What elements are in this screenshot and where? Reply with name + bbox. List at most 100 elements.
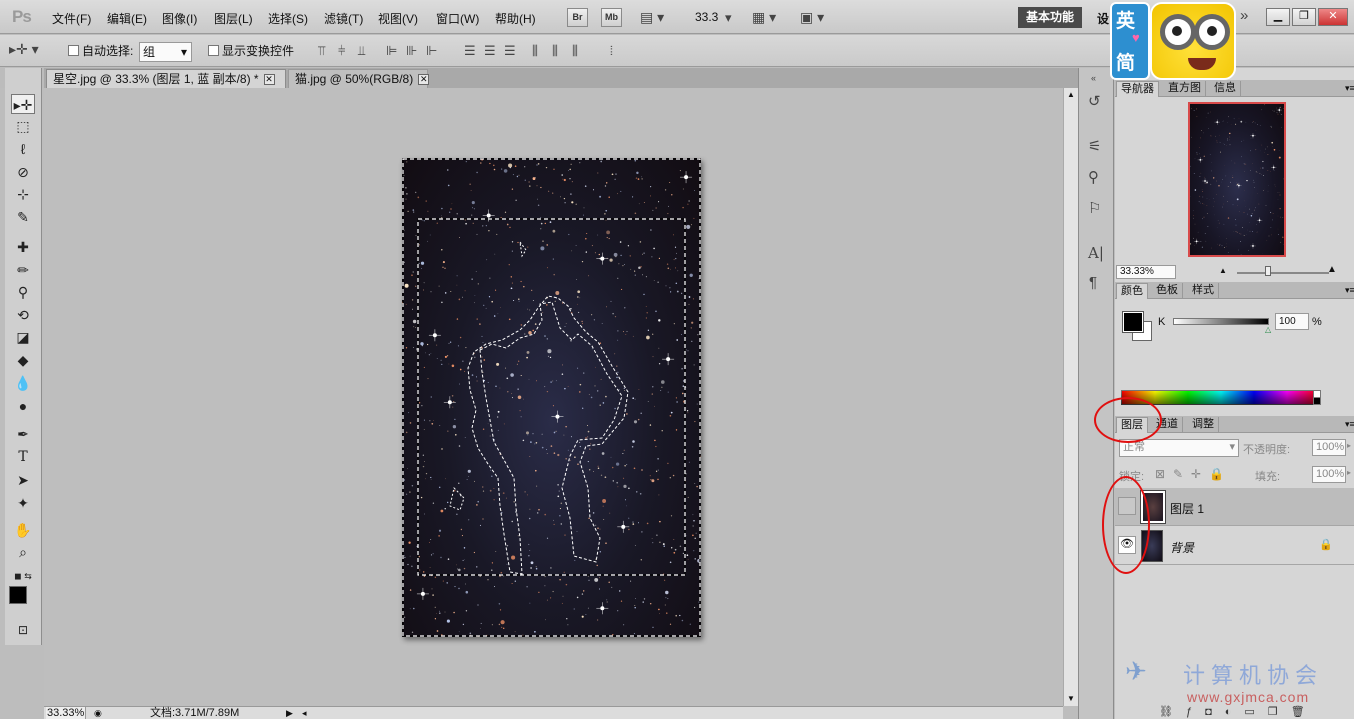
tab-starfield[interactable]: 星空.jpg @ 33.3% (图层 1, 蓝 副本/8) * ✕ bbox=[46, 69, 286, 88]
color-foreground-swatch[interactable] bbox=[1122, 311, 1144, 333]
scroll-down-icon[interactable]: ▼ bbox=[1067, 694, 1075, 703]
align-left-icon[interactable]: ⊫ bbox=[386, 44, 397, 58]
menu-file[interactable]: 文件(F) bbox=[52, 10, 91, 27]
new-layer-icon[interactable]: ❐ bbox=[1268, 706, 1291, 718]
tab-cat[interactable]: 猫.jpg @ 50%(RGB/8) ✕ bbox=[288, 69, 430, 88]
lock-image-icon[interactable]: ✎ bbox=[1173, 467, 1183, 481]
spectrum-bw[interactable] bbox=[1313, 390, 1321, 405]
distribute-bottom-icon[interactable]: ☰ bbox=[504, 44, 516, 58]
align-top-icon[interactable]: ⫪ bbox=[318, 44, 325, 58]
navigator-zoom-field[interactable]: 33.33% bbox=[1116, 265, 1176, 279]
eyedropper-icon[interactable]: ✎ bbox=[11, 207, 35, 227]
align-vcenter-icon[interactable]: ⫩ bbox=[338, 44, 345, 58]
fill-arrow-icon[interactable]: ▸ bbox=[1347, 468, 1351, 477]
align-bottom-icon[interactable]: ⫫ bbox=[358, 44, 365, 58]
workspace-next[interactable]: 设 bbox=[1097, 10, 1109, 27]
auto-select-dropdown[interactable]: 组 ▾ bbox=[139, 42, 192, 62]
move-tool-preset-icon[interactable]: ▸✛ ▾ bbox=[9, 42, 39, 56]
type-icon[interactable]: T bbox=[11, 447, 35, 467]
menu-view[interactable]: 视图(V) bbox=[378, 10, 418, 27]
screen-mode-icon[interactable]: ▣ ▾ bbox=[800, 10, 824, 24]
opacity-arrow-icon[interactable]: ▸ bbox=[1347, 441, 1351, 450]
opacity-field[interactable]: 100% bbox=[1312, 439, 1346, 456]
tab-color[interactable]: 颜色 bbox=[1116, 283, 1148, 299]
auto-align-icon[interactable]: ⦙ bbox=[610, 44, 613, 58]
lock-transparency-icon[interactable]: ⊠ bbox=[1155, 467, 1165, 481]
zoom-icon[interactable]: ⌕ bbox=[11, 542, 35, 562]
menu-select[interactable]: 选择(S) bbox=[268, 10, 308, 27]
scroll-up-icon[interactable]: ▲ bbox=[1067, 90, 1075, 99]
eraser-icon[interactable]: ◪ bbox=[11, 327, 35, 347]
menu-window[interactable]: 窗口(W) bbox=[436, 10, 479, 27]
menu-layer[interactable]: 图层(L) bbox=[214, 10, 253, 27]
pen-icon[interactable]: ✒ bbox=[11, 424, 35, 444]
collapse-icon[interactable]: « bbox=[1091, 71, 1096, 85]
panel-menu-icon[interactable]: ▾≡ bbox=[1341, 81, 1354, 97]
quick-select-icon[interactable]: ⊘ bbox=[11, 162, 35, 182]
character-panel-icon[interactable]: A| bbox=[1088, 246, 1104, 261]
more-icon[interactable]: » bbox=[1240, 8, 1248, 23]
marquee-icon[interactable]: ⬚ bbox=[11, 116, 35, 136]
layer-row-background[interactable]: 👁 背景 🔒 bbox=[1115, 527, 1354, 565]
tab-info[interactable]: 信息 bbox=[1210, 81, 1241, 97]
menu-edit[interactable]: 编辑(E) bbox=[107, 10, 147, 27]
status-zoom[interactable]: 33.33% bbox=[46, 707, 86, 719]
fx-icon[interactable]: ƒ bbox=[1186, 706, 1205, 718]
view-extras-icon[interactable]: ▤ ▾ bbox=[640, 10, 664, 24]
arrange-documents-icon[interactable]: ▦ ▾ bbox=[752, 10, 776, 24]
tab-histogram[interactable]: 直方图 bbox=[1164, 81, 1206, 97]
scroll-left-icon[interactable]: ◂ bbox=[302, 707, 307, 719]
status-info-icon[interactable]: ◉ bbox=[94, 707, 102, 719]
lasso-icon[interactable]: ℓ bbox=[11, 139, 35, 159]
crop-icon[interactable]: ⊹ bbox=[11, 184, 35, 204]
show-transform-checkbox[interactable] bbox=[208, 43, 219, 57]
stamp-icon[interactable]: ⚲ bbox=[11, 282, 35, 302]
tool-presets-icon[interactable]: ⚐ bbox=[1088, 201, 1101, 216]
hand-icon[interactable]: ✋ bbox=[11, 520, 35, 540]
brush-icon[interactable]: ✏ bbox=[11, 260, 35, 280]
layer-row-layer1[interactable]: 图层 1 bbox=[1115, 488, 1354, 526]
document-image[interactable] bbox=[402, 158, 701, 637]
workspace-button[interactable]: 基本功能 bbox=[1018, 7, 1082, 28]
blur-icon[interactable]: 💧 bbox=[11, 373, 35, 393]
zoom-out-icon[interactable]: ▲ bbox=[1219, 266, 1227, 275]
brush-presets-icon[interactable]: ⚟ bbox=[1088, 139, 1101, 154]
move-icon[interactable]: ▸✛ bbox=[11, 94, 35, 114]
restore-button[interactable]: ❐ bbox=[1292, 8, 1316, 26]
vertical-scrollbar[interactable]: ▲ ▼ bbox=[1063, 88, 1078, 706]
paragraph-panel-icon[interactable]: ¶ bbox=[1089, 275, 1097, 290]
panel-menu-icon[interactable]: ▾≡ bbox=[1341, 417, 1354, 433]
reset-colors-icon[interactable]: ◼ ⇆ bbox=[11, 566, 35, 586]
layer-name[interactable]: 背景 bbox=[1170, 539, 1194, 556]
distribute-top-icon[interactable]: ☰ bbox=[464, 44, 476, 58]
fill-field[interactable]: 100% bbox=[1312, 466, 1346, 483]
close-button[interactable]: ✕ bbox=[1318, 8, 1348, 26]
close-icon[interactable]: ✕ bbox=[418, 74, 430, 86]
dodge-icon[interactable]: ● bbox=[11, 396, 35, 416]
menu-filter[interactable]: 滤镜(T) bbox=[324, 10, 363, 27]
shape-icon[interactable]: ✦ bbox=[11, 493, 35, 513]
mini-bridge-button[interactable]: Mb bbox=[601, 8, 622, 27]
bridge-button[interactable]: Br bbox=[567, 8, 588, 27]
distribute-right-icon[interactable]: ⫼ bbox=[572, 44, 578, 58]
distribute-hcenter-icon[interactable]: ⫼ bbox=[552, 44, 558, 58]
k-value-field[interactable]: 100 bbox=[1275, 313, 1309, 330]
history-brush-icon[interactable]: ⟲ bbox=[11, 305, 35, 325]
path-select-icon[interactable]: ➤ bbox=[11, 470, 35, 490]
tab-adjustments[interactable]: 调整 bbox=[1188, 417, 1219, 433]
lock-position-icon[interactable]: ✛ bbox=[1191, 467, 1201, 481]
link-layers-icon[interactable]: ⛓ bbox=[1159, 706, 1186, 718]
chevron-down-icon[interactable]: ▾ bbox=[725, 11, 732, 25]
paint-bucket-icon[interactable]: ◆ bbox=[11, 350, 35, 370]
close-icon[interactable]: ✕ bbox=[263, 74, 275, 86]
auto-select-checkbox[interactable] bbox=[68, 43, 79, 57]
align-right-icon[interactable]: ⊩ bbox=[426, 44, 437, 58]
minimize-button[interactable]: ▁ bbox=[1266, 8, 1290, 26]
tab-swatches[interactable]: 色板 bbox=[1152, 283, 1183, 299]
panel-menu-icon[interactable]: ▾≡ bbox=[1341, 283, 1354, 299]
layer-name[interactable]: 图层 1 bbox=[1170, 500, 1204, 517]
history-panel-icon[interactable]: ↺ bbox=[1088, 94, 1101, 109]
navigator-zoom-slider[interactable] bbox=[1237, 272, 1329, 274]
group-icon[interactable]: ▭ bbox=[1244, 706, 1267, 718]
zoom-in-icon[interactable]: ▲ bbox=[1327, 264, 1337, 275]
